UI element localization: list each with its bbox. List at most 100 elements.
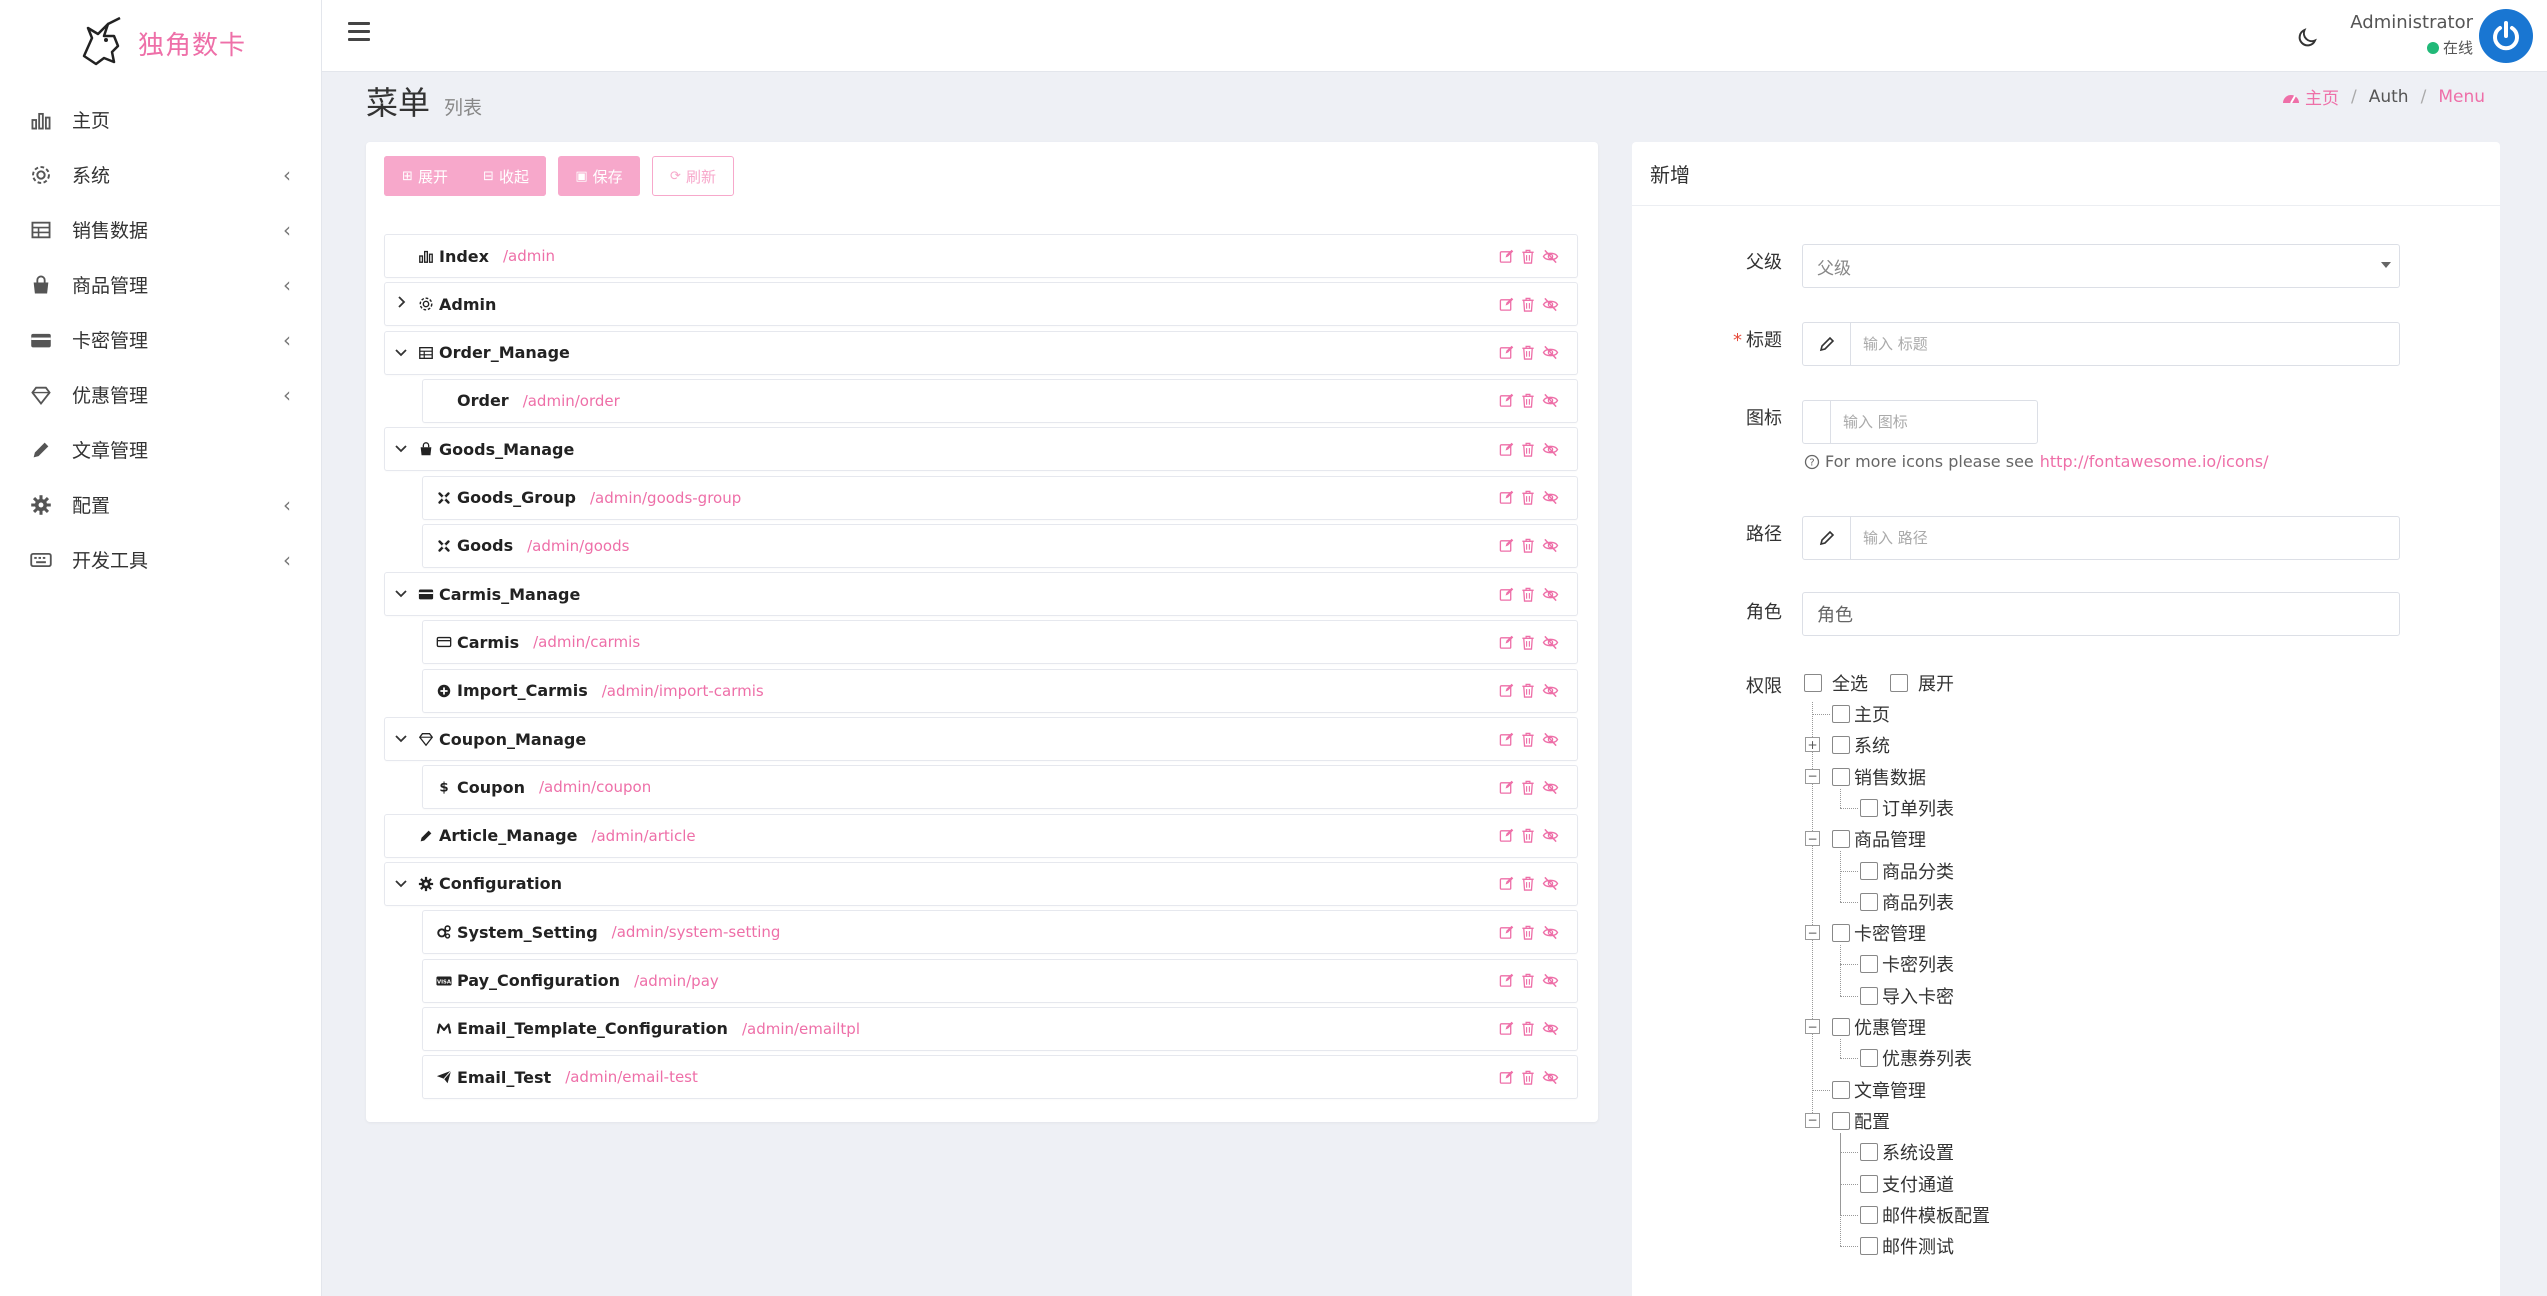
- tree-collapse-icon[interactable]: −: [1805, 831, 1820, 847]
- trash-icon[interactable]: [1517, 923, 1539, 941]
- trash-icon[interactable]: [1517, 875, 1539, 893]
- checkbox[interactable]: [1832, 705, 1850, 723]
- edit-icon[interactable]: [1495, 633, 1517, 651]
- permission-node[interactable]: 导入卡密: [1860, 984, 1954, 1008]
- avatar[interactable]: [2479, 9, 2533, 63]
- eye-slash-icon[interactable]: [1539, 392, 1561, 410]
- permission-node[interactable]: 商品列表: [1860, 890, 1954, 914]
- menu-tree-row[interactable]: Article_Manage/admin/article: [384, 813, 1578, 858]
- chevron-down-icon[interactable]: [391, 345, 411, 361]
- checkbox[interactable]: [1832, 830, 1850, 849]
- edit-icon[interactable]: [1495, 440, 1517, 458]
- menu-tree-row[interactable]: Admin: [384, 282, 1578, 327]
- trash-icon[interactable]: [1517, 295, 1539, 313]
- edit-icon[interactable]: [1495, 1068, 1517, 1086]
- collapse-button[interactable]: ⊟ 收起: [466, 156, 546, 196]
- eye-slash-icon[interactable]: [1539, 682, 1561, 700]
- trash-icon[interactable]: [1517, 440, 1539, 458]
- permission-node[interactable]: 销售数据: [1832, 765, 1926, 789]
- permission-node[interactable]: 系统: [1832, 733, 1890, 757]
- role-select[interactable]: 角色: [1802, 592, 2400, 636]
- sidebar-item[interactable]: 主页: [0, 92, 321, 147]
- eye-slash-icon[interactable]: [1539, 778, 1561, 796]
- menu-tree-row[interactable]: System_Setting/admin/system-setting: [422, 910, 1578, 955]
- menu-tree-row[interactable]: $ Coupon/admin/coupon: [422, 765, 1578, 810]
- tree-collapse-icon[interactable]: −: [1805, 1112, 1820, 1128]
- checkbox[interactable]: [1860, 1205, 1878, 1224]
- trash-icon[interactable]: [1517, 489, 1539, 507]
- eye-slash-icon[interactable]: [1539, 923, 1561, 941]
- checkbox[interactable]: [1860, 1237, 1878, 1256]
- menu-tree-row[interactable]: Email_Template_Configuration/admin/email…: [422, 1006, 1578, 1051]
- breadcrumb-home[interactable]: 主页: [2282, 84, 2339, 109]
- title-input[interactable]: [1851, 323, 2399, 365]
- select-all-checkbox[interactable]: 全选: [1804, 670, 1868, 696]
- sidebar-item[interactable]: 开发工具 ‹: [0, 532, 321, 587]
- sidebar-item[interactable]: 卡密管理 ‹: [0, 312, 321, 367]
- checkbox[interactable]: [1860, 1049, 1878, 1068]
- sidebar-item[interactable]: 系统 ‹: [0, 147, 321, 202]
- permission-node[interactable]: 优惠管理: [1832, 1015, 1926, 1039]
- permission-node[interactable]: 卡密列表: [1860, 952, 1954, 976]
- permission-node[interactable]: 系统设置: [1860, 1140, 1954, 1164]
- menu-tree-row[interactable]: Import_Carmis/admin/import-carmis: [422, 668, 1578, 713]
- expand-button[interactable]: ⊞ 展开: [384, 156, 466, 196]
- sidebar-item[interactable]: 优惠管理 ‹: [0, 367, 321, 422]
- edit-icon[interactable]: [1495, 875, 1517, 893]
- checkbox[interactable]: [1832, 1018, 1850, 1036]
- trash-icon[interactable]: [1517, 1068, 1539, 1086]
- checkbox[interactable]: [1860, 955, 1878, 974]
- checkbox[interactable]: [1860, 861, 1878, 880]
- menu-tree-row[interactable]: Goods_Manage: [384, 427, 1578, 472]
- save-button[interactable]: ▣ 保存: [558, 156, 640, 196]
- tree-collapse-icon[interactable]: −: [1805, 1019, 1820, 1034]
- dark-mode-moon-icon[interactable]: [2295, 26, 2319, 50]
- trash-icon[interactable]: [1517, 972, 1539, 990]
- expand-all-checkbox[interactable]: 展开: [1890, 670, 1954, 696]
- permission-node[interactable]: 优惠券列表: [1860, 1046, 1972, 1070]
- edit-icon[interactable]: [1495, 1020, 1517, 1038]
- permission-node[interactable]: 支付通道: [1860, 1172, 1954, 1196]
- user-info[interactable]: Administrator 在线: [2350, 12, 2473, 58]
- tree-expand-icon[interactable]: +: [1805, 737, 1820, 753]
- trash-icon[interactable]: [1517, 392, 1539, 410]
- checkbox[interactable]: [1804, 674, 1822, 692]
- tree-collapse-icon[interactable]: −: [1805, 768, 1820, 784]
- trash-icon[interactable]: [1517, 682, 1539, 700]
- permission-node[interactable]: 邮件测试: [1860, 1234, 1954, 1258]
- permission-node[interactable]: 主页: [1832, 702, 1890, 726]
- sidebar-item[interactable]: 文章管理: [0, 422, 321, 477]
- checkbox[interactable]: [1832, 1111, 1850, 1130]
- edit-icon[interactable]: [1495, 537, 1517, 555]
- edit-icon[interactable]: [1495, 344, 1517, 362]
- checkbox[interactable]: [1890, 674, 1908, 692]
- edit-icon[interactable]: [1495, 392, 1517, 410]
- sidebar-item[interactable]: 配置 ‹: [0, 477, 321, 532]
- edit-icon[interactable]: [1495, 778, 1517, 796]
- edit-icon[interactable]: [1495, 682, 1517, 700]
- edit-icon[interactable]: [1495, 827, 1517, 845]
- fontawesome-link[interactable]: http://fontawesome.io/icons/: [2040, 452, 2269, 471]
- menu-tree-row[interactable]: Order/admin/order: [422, 378, 1578, 423]
- edit-icon[interactable]: [1495, 923, 1517, 941]
- eye-slash-icon[interactable]: [1539, 247, 1561, 265]
- trash-icon[interactable]: [1517, 730, 1539, 748]
- menu-tree-row[interactable]: Index/admin: [384, 234, 1578, 278]
- eye-slash-icon[interactable]: [1539, 1068, 1561, 1086]
- permission-node[interactable]: 配置: [1832, 1109, 1890, 1133]
- eye-slash-icon[interactable]: [1539, 295, 1561, 313]
- checkbox[interactable]: [1860, 986, 1878, 1005]
- menu-tree-row[interactable]: Email_Test/admin/email-test: [422, 1055, 1578, 1100]
- chevron-down-icon[interactable]: [391, 586, 411, 602]
- menu-toggle-icon[interactable]: [348, 22, 370, 42]
- parent-select[interactable]: 父级: [1802, 244, 2400, 288]
- menu-tree-row[interactable]: Order_Manage: [384, 330, 1578, 375]
- edit-icon[interactable]: [1495, 585, 1517, 603]
- eye-slash-icon[interactable]: [1539, 585, 1561, 603]
- checkbox[interactable]: [1860, 892, 1878, 911]
- edit-icon[interactable]: [1495, 489, 1517, 507]
- menu-tree-row[interactable]: Goods_Group/admin/goods-group: [422, 475, 1578, 520]
- edit-icon[interactable]: [1495, 295, 1517, 313]
- trash-icon[interactable]: [1517, 1020, 1539, 1038]
- eye-slash-icon[interactable]: [1539, 827, 1561, 845]
